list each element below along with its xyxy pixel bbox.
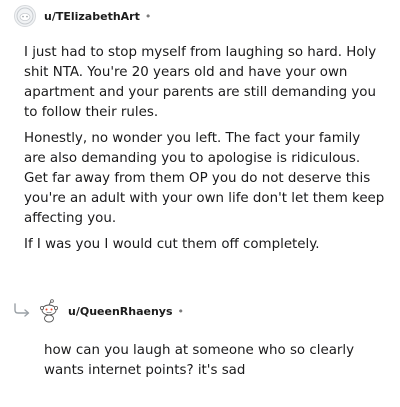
comment-body: I just had to stop myself from laughing … [24, 43, 386, 261]
reply-text: how can you laugh at someone who so clea… [44, 343, 355, 378]
reply-header: u/QueenRhaenys • [38, 298, 184, 324]
reply-body: how can you laugh at someone who so clea… [44, 341, 384, 381]
snoo-avatar-icon[interactable] [14, 5, 36, 27]
reply-username[interactable]: u/QueenRhaenys [68, 305, 173, 318]
comment-paragraph: If I was you I would cut them off comple… [24, 237, 320, 252]
snoo-avatar-icon[interactable] [38, 299, 60, 323]
comment-username[interactable]: u/TElizabethArt [44, 10, 140, 23]
comment-paragraph: I just had to stop myself from laughing … [24, 45, 377, 120]
comment-header: u/TElizabethArt • [14, 4, 151, 28]
comment-paragraph: Honestly, no wonder you left. The fact y… [24, 131, 385, 226]
header-separator: • [177, 304, 185, 318]
header-separator: • [144, 9, 152, 23]
reply-arrow-icon [12, 302, 34, 318]
